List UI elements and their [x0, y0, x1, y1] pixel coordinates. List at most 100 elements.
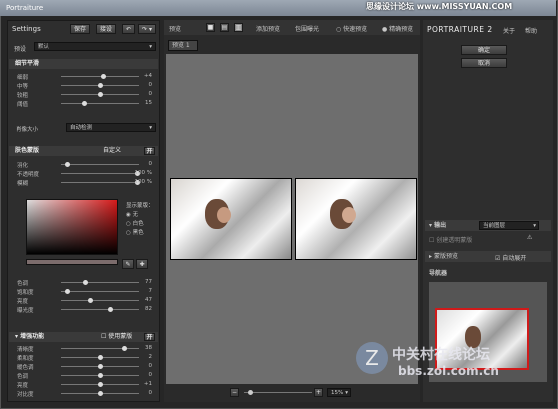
slider-track[interactable]	[61, 173, 139, 174]
auto-expand-label: 自动展开	[502, 255, 527, 262]
slider-track[interactable]	[61, 300, 139, 301]
side-by-side-icon[interactable]: ▥	[234, 23, 243, 32]
slider-track[interactable]	[61, 103, 139, 104]
output-select[interactable]: 当前图层 ▾	[479, 221, 539, 230]
slider-value: +1	[143, 381, 152, 387]
add-preview-button[interactable]: 添加预览	[256, 24, 280, 33]
use-mask-checkbox[interactable]: ☐ 使用蒙版	[101, 332, 132, 342]
chevron-down-icon: ▾	[149, 44, 152, 50]
slider-knob[interactable]	[98, 391, 103, 396]
skin-section-header[interactable]: 肤色蒙版 自定义 开	[9, 146, 158, 156]
slider-knob[interactable]	[98, 83, 103, 88]
ok-button[interactable]: 确定	[461, 45, 507, 55]
exposure-button[interactable]: 包围曝光	[295, 24, 319, 33]
slider-knob[interactable]	[64, 162, 70, 167]
enhance-sliders: 清晰度 38 柔和度 2 暖色调 0 色调 0 亮度 +1 对比度 0	[9, 344, 158, 398]
slider-label: 曝光度	[17, 308, 34, 314]
slider-knob[interactable]	[98, 355, 103, 360]
mask-option-none[interactable]: ◉ 无	[126, 210, 138, 218]
slider-knob[interactable]	[98, 364, 103, 369]
mask-preview-header[interactable]: ▸ 蒙版预览	[425, 251, 551, 262]
slider-knob[interactable]	[88, 298, 94, 303]
size-select[interactable]: 自动检测 ▾	[66, 123, 156, 132]
cancel-button[interactable]: 取消	[461, 58, 507, 68]
slider-value: 0	[148, 91, 153, 97]
detail-sliders: 细弱 +4 中等 0 较粗 0 阈值 15	[9, 72, 158, 108]
skin-mode[interactable]: 自定义	[103, 146, 121, 156]
preview-tab[interactable]: 预览 1	[168, 40, 198, 51]
split-view-icon[interactable]: ▤	[220, 23, 229, 32]
slider-row: 不透明度 100 %	[9, 169, 158, 178]
slider-value: 47	[145, 297, 152, 303]
enhance-toggle-button[interactable]: 开	[144, 333, 155, 341]
mask-option-white[interactable]: ○ 白色	[126, 219, 144, 227]
slider-knob[interactable]	[83, 280, 89, 285]
settings-button[interactable]: Settings	[12, 24, 52, 35]
slider-knob[interactable]	[100, 74, 106, 79]
detail-section-header[interactable]: 细节平滑	[9, 59, 158, 69]
preset-select[interactable]: 默认 ▾	[34, 42, 156, 51]
slider-label: 羽化	[17, 163, 29, 169]
warning-icon: ⚠	[527, 234, 533, 241]
undo-button[interactable]: ↶	[122, 24, 135, 34]
zoom-select[interactable]: 15% ▾	[327, 388, 351, 397]
zoom-slider-knob[interactable]	[248, 390, 253, 395]
auto-expand-checkbox[interactable]: ☑ 自动展开	[495, 253, 526, 262]
slider-row: 饱和度 7	[9, 287, 158, 296]
slider-track[interactable]	[61, 309, 139, 310]
slider-track[interactable]	[61, 282, 139, 283]
slider-row: 清晰度 38	[9, 344, 158, 353]
slider-knob[interactable]	[121, 346, 127, 351]
help-button[interactable]: 帮助	[525, 26, 537, 35]
precise-preview-radio[interactable]: ● 精确预览	[382, 24, 413, 33]
hue-bar[interactable]	[26, 259, 118, 265]
subject-face	[217, 207, 231, 223]
slider-label: 对比度	[17, 392, 34, 398]
single-view-icon[interactable]: ■	[206, 23, 215, 32]
precise-preview-label: 精确预览	[389, 26, 414, 33]
slider-track[interactable]	[61, 291, 139, 292]
redo-button[interactable]: ↷ ▾	[138, 24, 156, 34]
fast-preview-radio[interactable]: ○ 快速预览	[336, 24, 367, 33]
skin-header-label: 肤色蒙版	[15, 147, 40, 154]
zoom-out-button[interactable]: −	[230, 388, 239, 397]
skin-sliders: 羽化 0 不透明度 100 % 模糊 100 %	[9, 160, 158, 187]
slider-row: 较粗 0	[9, 90, 158, 99]
slider-track[interactable]	[61, 164, 139, 165]
slider-knob[interactable]	[98, 373, 103, 378]
slider-row: 中等 0	[9, 81, 158, 90]
zoom-in-button[interactable]: +	[314, 388, 323, 397]
slider-knob[interactable]	[81, 101, 87, 106]
about-button[interactable]: 关于	[503, 26, 515, 35]
slider-knob[interactable]	[108, 307, 114, 312]
skin-toggle-button[interactable]: 开	[144, 147, 155, 155]
brand-title: PORTRAITURE 2	[427, 25, 493, 34]
slider-track[interactable]	[61, 182, 139, 183]
eyedropper-icon[interactable]: ✎	[122, 259, 134, 269]
slider-knob[interactable]	[98, 382, 103, 387]
slider-row: 柔和度 2	[9, 353, 158, 362]
save-button[interactable]: 保存	[70, 24, 90, 34]
slider-label: 亮度	[17, 299, 29, 305]
enhance-header-label: 增强功能	[20, 333, 45, 340]
slider-knob[interactable]	[65, 289, 71, 294]
slider-value: 82	[145, 306, 152, 312]
slider-row: 阈值 15	[9, 99, 158, 108]
slider-knob[interactable]	[98, 92, 103, 97]
load-button[interactable]: 接设	[96, 24, 116, 34]
zoom-slider[interactable]	[244, 392, 312, 393]
slider-label: 清晰度	[17, 347, 34, 353]
slider-value: 100 %	[134, 170, 152, 176]
enhance-section-header[interactable]: ▾ 增强功能 ☐ 使用蒙版 开	[9, 332, 158, 342]
color-picker[interactable]	[26, 199, 118, 255]
size-label: 肖像大小	[16, 127, 39, 133]
eyedropper-add-icon[interactable]: ✚	[136, 259, 148, 269]
new-layer-checkbox[interactable]: ☐ 创建透明蒙版	[429, 235, 472, 244]
chevron-down-icon: ▾	[149, 125, 152, 131]
slider-row: 羽化 0	[9, 160, 158, 169]
mask-option-black-label: 黑色	[132, 230, 144, 236]
mask-option-black[interactable]: ○ 黑色	[126, 228, 144, 236]
slider-track[interactable]	[61, 348, 139, 349]
slider-value: 2	[148, 354, 153, 360]
output-label: 输出	[434, 222, 447, 229]
